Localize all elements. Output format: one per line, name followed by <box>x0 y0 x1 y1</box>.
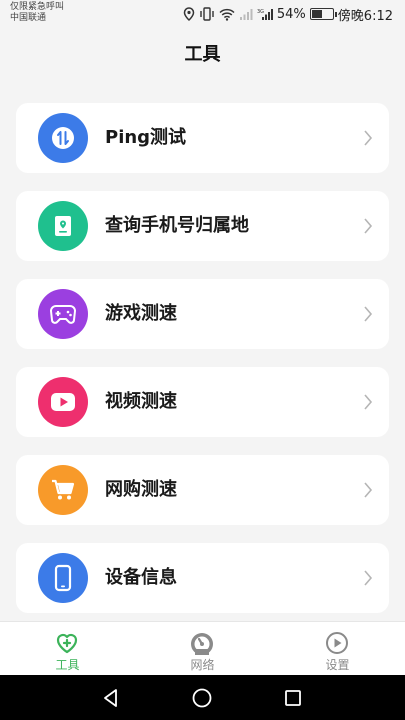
chevron-right-icon <box>364 130 373 146</box>
tool-item-shopping-speed[interactable]: 网购测速 <box>16 455 389 525</box>
nav-label: 工具 <box>55 658 80 672</box>
speedometer-icon <box>191 633 213 655</box>
tool-label: 游戏测速 <box>105 303 177 324</box>
shopping-cart-icon <box>52 479 75 500</box>
tool-item-video-speed[interactable]: 视频测速 <box>16 367 389 437</box>
tool-label: 设备信息 <box>105 567 177 588</box>
nav-tab-network[interactable]: 网络 <box>135 622 270 676</box>
bottom-nav: 工具 网络 设置 <box>0 621 405 676</box>
tool-icon-circle <box>38 553 88 603</box>
signal-3g-icon: 3G <box>257 8 273 20</box>
chevron-right-icon <box>364 482 373 498</box>
chevron-right-icon <box>364 218 373 234</box>
clock: 傍晚6:12 <box>337 8 393 24</box>
video-play-icon <box>51 393 75 411</box>
status-icons: 3G 54% 傍晚6:12 <box>183 6 393 24</box>
battery-percent: 54% <box>276 6 306 22</box>
svg-text:3G: 3G <box>257 9 264 15</box>
wifi-icon <box>219 8 235 21</box>
carrier-line-emergency: 仅限紧急呼叫 <box>10 2 65 12</box>
back-triangle-icon[interactable] <box>99 686 123 710</box>
play-circle-icon <box>326 632 348 654</box>
chevron-right-icon <box>364 394 373 410</box>
tool-icon-circle <box>38 289 88 339</box>
tool-item-game-speed[interactable]: 游戏测速 <box>16 279 389 349</box>
heart-plus-icon <box>56 633 78 654</box>
tool-icon-circle <box>38 465 88 515</box>
tool-label: 查询手机号归属地 <box>105 215 249 236</box>
tool-item-phone-location[interactable]: 查询手机号归属地 <box>16 191 389 261</box>
tool-label: 网购测速 <box>105 479 177 500</box>
phone-location-icon <box>55 216 71 236</box>
chevron-right-icon <box>364 306 373 322</box>
smartphone-icon <box>54 564 72 592</box>
carrier-info: 仅限紧急呼叫 中国联通 <box>10 2 64 24</box>
system-nav-bar <box>0 675 405 720</box>
tool-icon-circle <box>38 377 88 427</box>
battery-fill <box>311 10 322 18</box>
nav-tab-settings[interactable]: 设置 <box>270 622 405 676</box>
tool-item-ping[interactable]: Ping测试 <box>16 103 389 173</box>
tool-label: Ping测试 <box>105 127 187 148</box>
signal-icon <box>239 8 253 20</box>
nav-tab-tools[interactable]: 工具 <box>0 622 135 676</box>
nav-label: 网络 <box>190 658 215 672</box>
home-circle-icon[interactable] <box>190 686 214 710</box>
recents-square-icon[interactable] <box>281 686 305 710</box>
gamepad-icon <box>49 305 77 324</box>
nav-label: 设置 <box>325 658 350 672</box>
ping-icon <box>52 127 74 149</box>
vibrate-icon <box>200 7 214 21</box>
chevron-right-icon <box>364 570 373 586</box>
location-icon <box>183 7 195 21</box>
page-title: 工具 <box>184 44 221 65</box>
carrier-line-name: 中国联通 <box>10 13 47 23</box>
tool-icon-circle <box>38 201 88 251</box>
tool-icon-circle <box>38 113 88 163</box>
status-bar: 仅限紧急呼叫 中国联通 3G 54% 傍晚6:12 <box>0 0 405 30</box>
battery-icon <box>309 8 337 20</box>
tool-item-device-info[interactable]: 设备信息 <box>16 543 389 613</box>
tool-label: 视频测速 <box>105 391 177 412</box>
